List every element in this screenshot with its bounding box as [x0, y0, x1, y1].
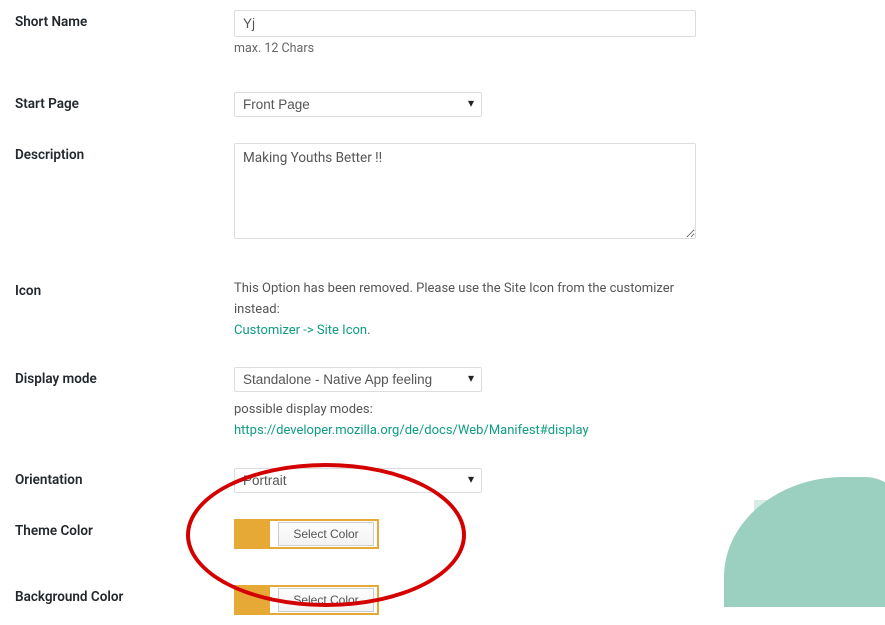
display-mode-select[interactable]: Standalone - Native App feeling [234, 367, 482, 392]
customizer-site-icon-link[interactable]: Customizer -> Site Icon [234, 323, 367, 338]
orientation-select[interactable]: Portrait [234, 468, 482, 493]
row-display-mode: Display mode Standalone - Native App fee… [9, 357, 754, 452]
description-textarea[interactable] [234, 143, 696, 239]
label-description: Description [9, 143, 234, 163]
row-description: Description [9, 133, 754, 253]
label-icon: Icon [9, 279, 234, 299]
background-select-color-button[interactable]: Select Color [278, 588, 374, 612]
row-short-name: Short Name max. 12 Chars [9, 0, 754, 66]
row-start-page: Start Page Front Page [9, 82, 754, 127]
theme-color-picker: Select Color [234, 519, 379, 549]
label-orientation: Orientation [9, 468, 234, 488]
label-background-color: Background Color [9, 585, 234, 605]
row-theme-color: Theme Color Select Color [9, 509, 754, 559]
background-color-picker: Select Color [234, 585, 379, 615]
row-orientation: Orientation Portrait [9, 458, 754, 503]
display-mode-desc: possible display modes: [234, 402, 373, 417]
theme-color-swatch[interactable] [236, 521, 270, 547]
theme-select-color-button[interactable]: Select Color [278, 522, 374, 546]
label-theme-color: Theme Color [9, 519, 234, 539]
sidebar-decoration [754, 0, 885, 607]
label-start-page: Start Page [9, 92, 234, 112]
short-name-input[interactable] [234, 10, 696, 37]
label-short-name: Short Name [9, 10, 234, 30]
short-name-hint: max. 12 Chars [234, 41, 704, 56]
row-icon: Icon This Option has been removed. Pleas… [9, 269, 754, 351]
row-background-color: Background Color Select Color [9, 575, 754, 625]
display-mode-docs-link[interactable]: https://developer.mozilla.org/de/docs/We… [234, 423, 589, 438]
label-display-mode: Display mode [9, 367, 234, 387]
background-color-swatch[interactable] [236, 587, 270, 613]
start-page-select[interactable]: Front Page [234, 92, 482, 117]
icon-removed-text: This Option has been removed. Please use… [234, 281, 674, 317]
